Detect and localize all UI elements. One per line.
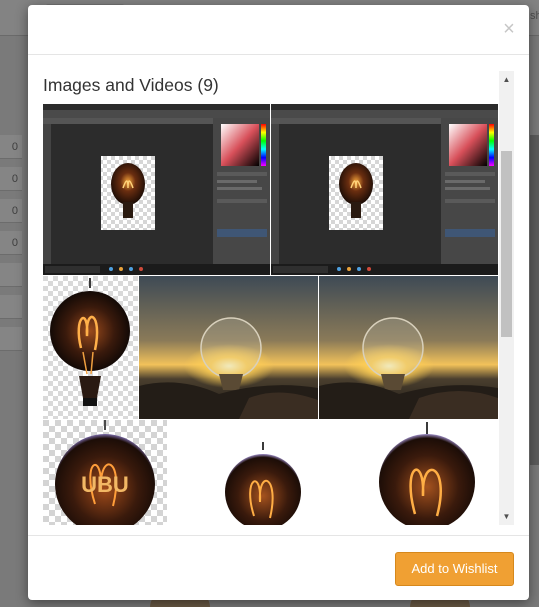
gallery-thumbnail-sunset-bulb[interactable]	[319, 276, 498, 419]
scroll-up-icon[interactable]: ▲	[499, 71, 514, 88]
gallery-scrollbar[interactable]: ▲ ▼	[499, 71, 514, 525]
background-sidebar-count: 0	[0, 199, 22, 223]
modal-body: Images and Videos (9) UBU ▲ ▼	[43, 71, 514, 525]
add-to-wishlist-button[interactable]: Add to Wishlist	[395, 552, 514, 586]
background-header-text: sh	[530, 10, 539, 22]
background-sidebar: 0 0 0 0	[0, 100, 22, 360]
gallery-thumbnail-bulb-glow[interactable]	[355, 420, 498, 525]
close-icon[interactable]: ×	[500, 18, 518, 40]
bulb-ubu-image: UBU	[43, 420, 167, 525]
editor-screenshot-image	[43, 104, 270, 275]
sunset-bulb-photo	[139, 276, 318, 419]
modal-footer: Add to Wishlist	[28, 535, 529, 600]
media-gallery-modal: × Images and Videos (9) UBU ▲ ▼ Add to W…	[28, 5, 529, 600]
scrollbar-thumb[interactable]	[501, 151, 512, 337]
background-sidebar-count: 0	[0, 167, 22, 191]
gallery-thumbnail-bulb-ubu[interactable]: UBU	[43, 420, 167, 525]
gallery-thumbnail-editor-screenshot[interactable]	[271, 104, 498, 275]
section-title: Images and Videos (9)	[43, 75, 219, 95]
background-sidebar-count: 0	[0, 135, 22, 159]
media-gallery: UBU	[43, 104, 498, 525]
gallery-thumbnail-sunset-bulb[interactable]	[139, 276, 318, 419]
background-sidebar-row	[0, 327, 22, 351]
gallery-thumbnail-bulb-glow[interactable]	[208, 420, 318, 525]
modal-header: ×	[28, 5, 529, 55]
bulb-glow-image	[355, 420, 498, 525]
sunset-bulb-photo	[319, 276, 498, 419]
gallery-thumbnail-editor-screenshot[interactable]	[43, 104, 270, 275]
bulb-transparent-image	[43, 276, 138, 419]
bulb-glow-image	[208, 420, 318, 525]
editor-screenshot-image	[271, 104, 498, 275]
background-scroll-strip	[530, 135, 539, 465]
scroll-down-icon[interactable]: ▼	[499, 508, 514, 525]
background-sidebar-row	[0, 295, 22, 319]
background-sidebar-count: 0	[0, 231, 22, 255]
gallery-thumbnail-bulb[interactable]	[43, 276, 138, 419]
background-sidebar-row	[0, 263, 22, 287]
bulb-ubu-lettering: UBU	[81, 472, 129, 497]
